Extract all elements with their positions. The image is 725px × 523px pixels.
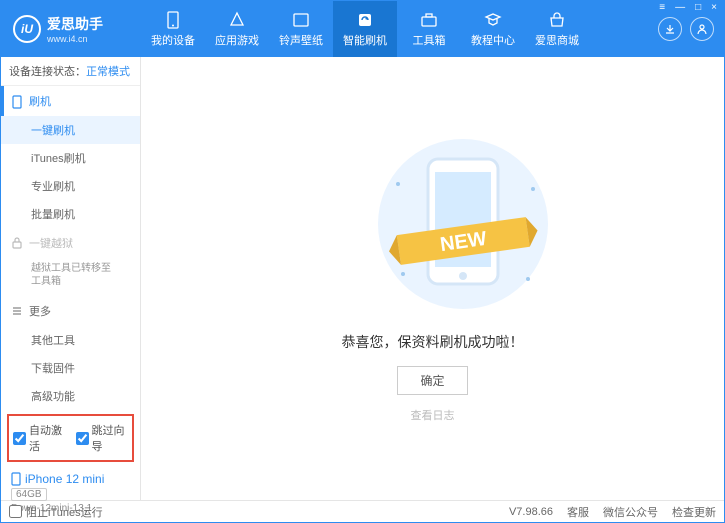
lock-icon bbox=[11, 237, 23, 249]
user-button[interactable] bbox=[690, 17, 714, 41]
section-title: 一键越狱 bbox=[29, 235, 73, 251]
sidebar-item-pro[interactable]: 专业刷机 bbox=[1, 172, 140, 200]
nav: 我的设备 应用游戏 铃声壁纸 智能刷机 工具箱 教程中心 爱思商城 bbox=[141, 1, 658, 57]
update-link[interactable]: 检查更新 bbox=[672, 504, 716, 520]
nav-toolbox[interactable]: 工具箱 bbox=[397, 1, 461, 57]
sidebar-item-firmware[interactable]: 下载固件 bbox=[1, 354, 140, 382]
nav-store[interactable]: 爱思商城 bbox=[525, 1, 589, 57]
checkbox-skip-guide[interactable]: 跳过向导 bbox=[76, 422, 129, 454]
nav-ringtones[interactable]: 铃声壁纸 bbox=[269, 1, 333, 57]
device-storage: 64GB bbox=[11, 488, 47, 501]
nav-my-device[interactable]: 我的设备 bbox=[141, 1, 205, 57]
nav-apps[interactable]: 应用游戏 bbox=[205, 1, 269, 57]
phone-icon bbox=[11, 95, 23, 107]
block-itunes-checkbox[interactable]: 阻止iTunes运行 bbox=[9, 504, 103, 520]
tutorials-icon bbox=[484, 11, 502, 29]
sidebar-section-flash[interactable]: 刷机 bbox=[1, 86, 140, 116]
status-label: 设备连接状态： bbox=[9, 66, 86, 78]
sidebar-item-itunes[interactable]: iTunes刷机 bbox=[1, 144, 140, 172]
nav-flash[interactable]: 智能刷机 bbox=[333, 1, 397, 57]
version-label: V7.98.66 bbox=[509, 506, 553, 518]
nav-label: 我的设备 bbox=[151, 32, 195, 48]
checkbox-row: 自动激活 跳过向导 bbox=[7, 414, 134, 462]
sidebar-item-oneclick[interactable]: 一键刷机 bbox=[1, 116, 140, 144]
logo-area: iU 爱思助手 www.i4.cn bbox=[1, 14, 141, 44]
maximize-icon[interactable]: □ bbox=[693, 2, 703, 13]
header: iU 爱思助手 www.i4.cn 我的设备 应用游戏 铃声壁纸 智能刷机 工具… bbox=[1, 1, 724, 57]
logo-icon: iU bbox=[13, 15, 41, 43]
apps-icon bbox=[228, 11, 246, 29]
device-name[interactable]: iPhone 12 mini bbox=[11, 472, 130, 486]
device-icon bbox=[164, 11, 182, 29]
app-title: 爱思助手 bbox=[47, 14, 103, 34]
app-url: www.i4.cn bbox=[47, 34, 103, 44]
sidebar-item-advanced[interactable]: 高级功能 bbox=[1, 382, 140, 410]
nav-label: 教程中心 bbox=[471, 32, 515, 48]
more-icon bbox=[11, 305, 23, 317]
toolbox-icon bbox=[420, 11, 438, 29]
nav-tutorials[interactable]: 教程中心 bbox=[461, 1, 525, 57]
success-illustration: NEW bbox=[353, 134, 513, 314]
close-icon[interactable]: × bbox=[709, 2, 719, 13]
nav-label: 工具箱 bbox=[413, 32, 446, 48]
status-value: 正常模式 bbox=[86, 66, 130, 78]
status-bar: 设备连接状态：正常模式 bbox=[1, 57, 140, 86]
jailbreak-note: 越狱工具已转移至 工具箱 bbox=[1, 258, 140, 296]
menu-icon[interactable]: ≡ bbox=[657, 2, 667, 13]
device-icon bbox=[11, 472, 21, 486]
header-right bbox=[658, 17, 724, 41]
checkbox-auto-activate[interactable]: 自动激活 bbox=[13, 422, 66, 454]
section-title: 刷机 bbox=[29, 93, 51, 109]
sidebar-section-jailbreak: 一键越狱 bbox=[1, 228, 140, 258]
nav-label: 铃声壁纸 bbox=[279, 32, 323, 48]
section-title: 更多 bbox=[29, 303, 51, 319]
store-icon bbox=[548, 11, 566, 29]
sidebar-item-other[interactable]: 其他工具 bbox=[1, 326, 140, 354]
success-text: 恭喜您，保资料刷机成功啦！ bbox=[342, 332, 524, 352]
ok-button[interactable]: 确定 bbox=[397, 366, 467, 395]
main-content: NEW 恭喜您，保资料刷机成功啦！ 确定 查看日志 bbox=[141, 57, 724, 500]
nav-label: 智能刷机 bbox=[343, 32, 387, 48]
flash-icon bbox=[356, 11, 374, 29]
nav-label: 爱思商城 bbox=[535, 32, 579, 48]
nav-label: 应用游戏 bbox=[215, 32, 259, 48]
wechat-link[interactable]: 微信公众号 bbox=[603, 504, 658, 520]
minimize-icon[interactable]: — bbox=[673, 2, 687, 13]
sidebar-section-more[interactable]: 更多 bbox=[1, 296, 140, 326]
window-controls: ≡ — □ × bbox=[657, 2, 719, 13]
service-link[interactable]: 客服 bbox=[567, 504, 589, 520]
wallpaper-icon bbox=[292, 11, 310, 29]
download-button[interactable] bbox=[658, 17, 682, 41]
sidebar-item-batch[interactable]: 批量刷机 bbox=[1, 200, 140, 228]
sidebar: 设备连接状态：正常模式 刷机 一键刷机 iTunes刷机 专业刷机 批量刷机 一… bbox=[1, 57, 141, 500]
view-log-link[interactable]: 查看日志 bbox=[411, 407, 455, 423]
